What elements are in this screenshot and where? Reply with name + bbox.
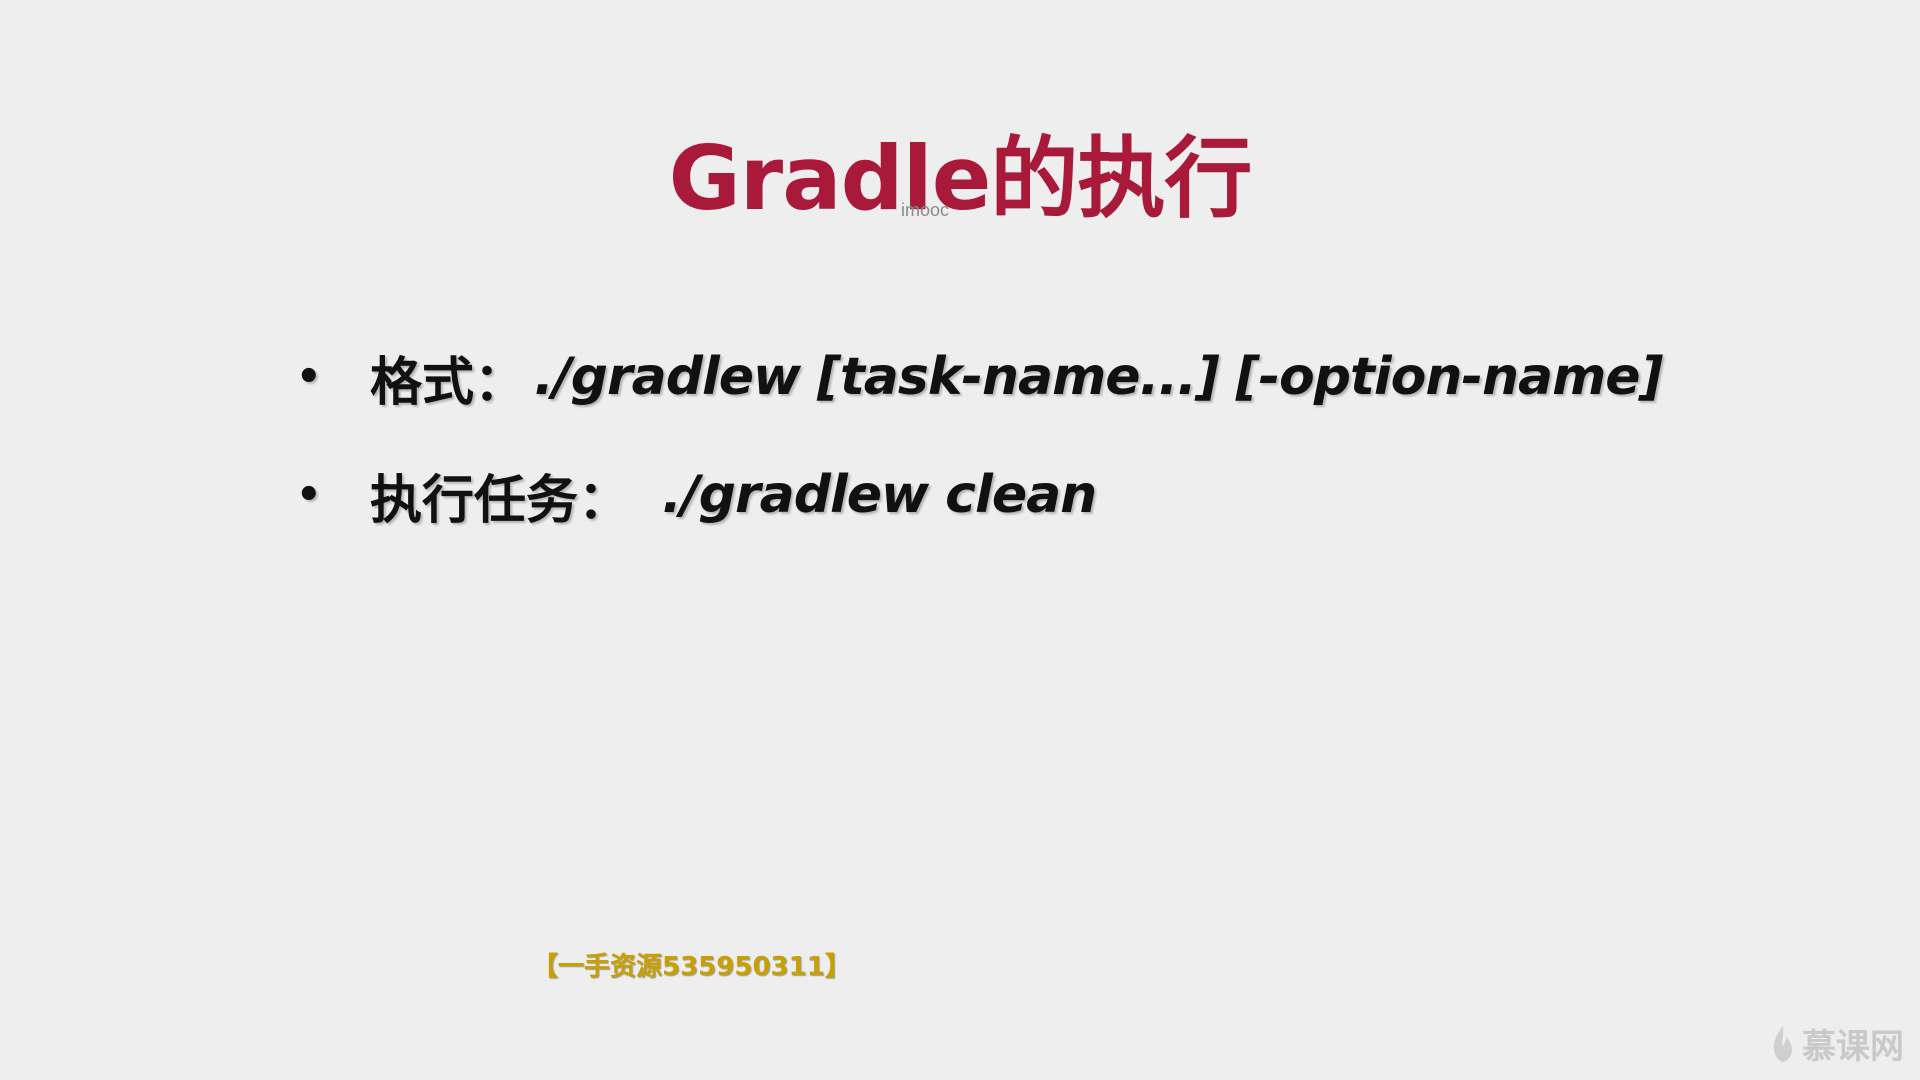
slide-title: Gradle的执行 bbox=[668, 127, 1253, 230]
bullet-label: 执行任务： bbox=[370, 470, 631, 531]
imooc-watermark: imooc bbox=[901, 200, 950, 220]
bullet-dot-icon: • bbox=[296, 354, 322, 400]
bullet-command: ./gradlew [task-name...] [-option-name] bbox=[534, 347, 1663, 407]
brand-watermark: 慕课网 bbox=[1770, 1019, 1904, 1068]
bullet-label: 格式： bbox=[370, 352, 527, 413]
resource-tag: 【一手资源535950311】 bbox=[532, 952, 851, 982]
bullet-command: ./gradlew clean bbox=[662, 465, 1097, 525]
brand-name: 慕课网 bbox=[1802, 1027, 1904, 1067]
bullet-list: • 格式： ./gradlew [task-name...] [-option-… bbox=[296, 318, 1856, 554]
bullet-dot-icon: • bbox=[296, 472, 322, 518]
flame-icon bbox=[1773, 1025, 1792, 1062]
bullet-item-run-task: • 执行任务： ./gradlew clean bbox=[296, 436, 1856, 554]
slide: Gradle的执行 imooc • 格式： ./gradlew [task-na… bbox=[0, 0, 1920, 1080]
bullet-item-format: • 格式： ./gradlew [task-name...] [-option-… bbox=[296, 318, 1856, 436]
